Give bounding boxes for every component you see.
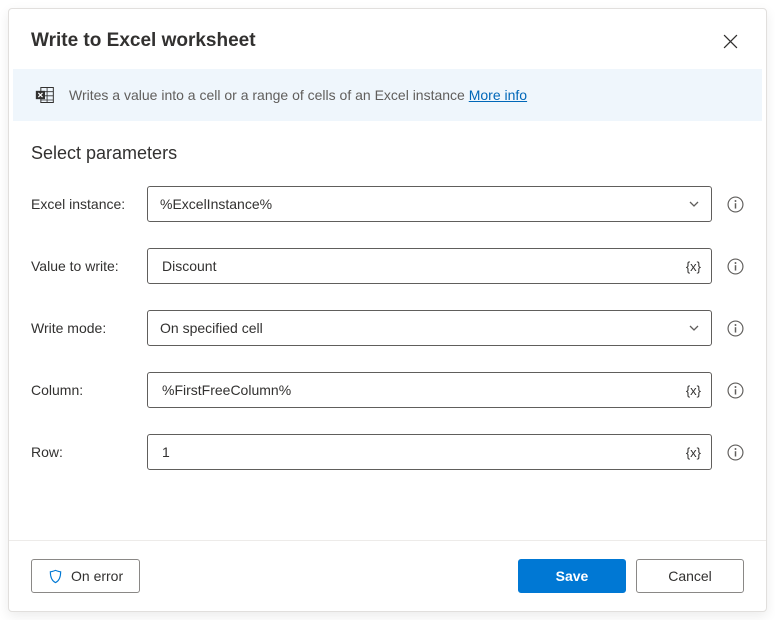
shield-icon — [48, 569, 63, 584]
field-value-to-write: Value to write: {x} — [31, 248, 744, 284]
chevron-down-icon — [685, 319, 703, 337]
column-input[interactable] — [160, 381, 684, 399]
dialog-header: Write to Excel worksheet — [9, 9, 766, 69]
dropdown-value: On specified cell — [160, 320, 685, 336]
field-label: Row: — [31, 444, 137, 460]
value-to-write-input[interactable] — [160, 257, 684, 275]
parameters-section: Select parameters Excel instance: %Excel… — [9, 121, 766, 540]
field-label: Value to write: — [31, 258, 137, 274]
dropdown-value: %ExcelInstance% — [160, 196, 685, 212]
info-banner: Writes a value into a cell or a range of… — [13, 69, 762, 121]
chevron-down-icon — [685, 195, 703, 213]
dialog-title: Write to Excel worksheet — [31, 30, 256, 52]
write-mode-dropdown[interactable]: On specified cell — [147, 310, 712, 346]
dialog-footer: On error Save Cancel — [9, 540, 766, 611]
close-button[interactable] — [716, 27, 744, 55]
info-icon[interactable] — [726, 195, 744, 213]
row-input-wrap: {x} — [147, 434, 712, 470]
save-button[interactable]: Save — [518, 559, 626, 593]
close-icon — [723, 34, 738, 49]
footer-actions: Save Cancel — [518, 559, 744, 593]
banner-text: Writes a value into a cell or a range of… — [69, 87, 527, 103]
on-error-button[interactable]: On error — [31, 559, 140, 593]
column-input-wrap: {x} — [147, 372, 712, 408]
on-error-label: On error — [71, 568, 123, 584]
info-icon[interactable] — [726, 257, 744, 275]
field-row: Row: {x} — [31, 434, 744, 470]
field-label: Column: — [31, 382, 137, 398]
field-column: Column: {x} — [31, 372, 744, 408]
excel-instance-dropdown[interactable]: %ExcelInstance% — [147, 186, 712, 222]
variable-picker-icon[interactable]: {x} — [684, 259, 703, 274]
info-icon[interactable] — [726, 319, 744, 337]
variable-picker-icon[interactable]: {x} — [684, 383, 703, 398]
field-label: Excel instance: — [31, 196, 137, 212]
field-write-mode: Write mode: On specified cell — [31, 310, 744, 346]
field-label: Write mode: — [31, 320, 137, 336]
variable-picker-icon[interactable]: {x} — [684, 445, 703, 460]
row-input[interactable] — [160, 443, 684, 461]
field-excel-instance: Excel instance: %ExcelInstance% — [31, 186, 744, 222]
excel-icon — [35, 85, 55, 105]
info-icon[interactable] — [726, 381, 744, 399]
value-to-write-input-wrap: {x} — [147, 248, 712, 284]
section-title: Select parameters — [31, 143, 744, 164]
info-icon[interactable] — [726, 443, 744, 461]
cancel-button[interactable]: Cancel — [636, 559, 744, 593]
more-info-link[interactable]: More info — [469, 87, 527, 103]
dialog: Write to Excel worksheet Writes a value … — [8, 8, 767, 612]
